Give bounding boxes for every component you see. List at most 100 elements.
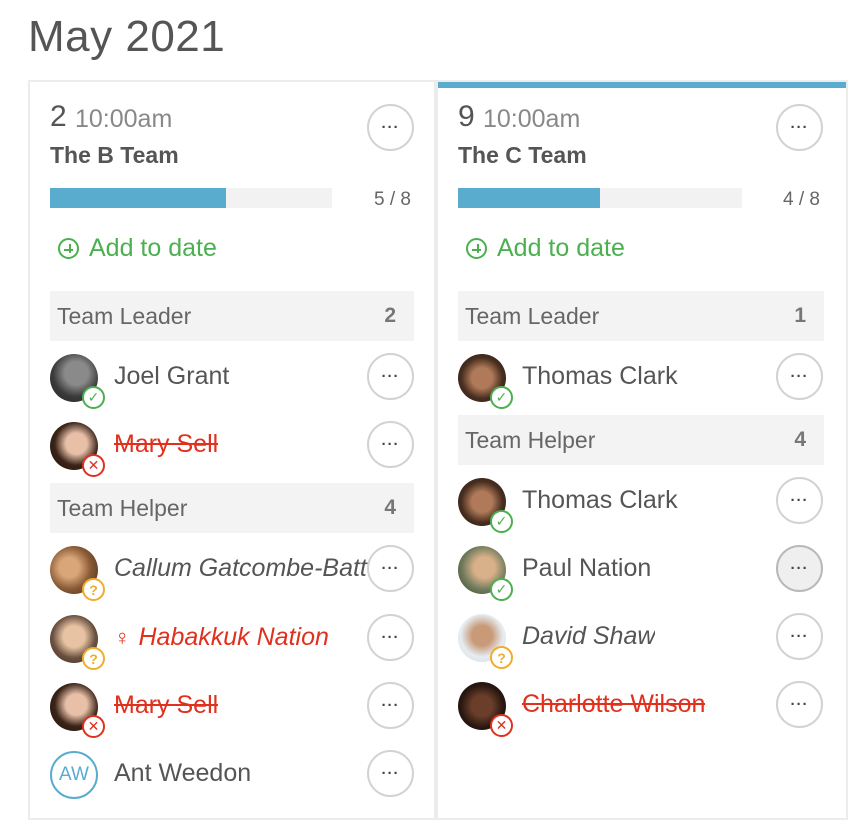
avatar: ✕ (50, 683, 105, 738)
staffing-progress-bar (458, 188, 742, 208)
progress-label: 5 / 8 (374, 189, 411, 210)
person-alert-icon: ♀ (114, 625, 131, 650)
date-column-2: 2 10:00am The B Team ··· 5 / 8 Add to da… (28, 80, 436, 820)
role-count: 2 (384, 304, 396, 327)
person-name: David Shaw (522, 622, 656, 650)
avatar: ? (50, 546, 105, 601)
avatar: ? (50, 615, 105, 670)
person-name: Ant Weedon (114, 759, 252, 787)
role-count: 1 (794, 304, 806, 327)
person-options-button[interactable]: ··· (367, 614, 414, 661)
ellipsis-icon: ··· (381, 368, 400, 385)
person-name: Charlotte Wilson (522, 690, 706, 718)
ellipsis-icon: ··· (790, 628, 809, 645)
ellipsis-icon: ··· (381, 697, 400, 714)
avatar: ✕ (458, 682, 513, 737)
avatar: ✕ (50, 422, 105, 477)
role-header-team-leader: Team Leader 2 (50, 291, 414, 341)
person-row: ✓ Thomas Clark ··· (458, 348, 826, 410)
person-options-button[interactable]: ··· (776, 545, 823, 592)
avatar: ? (458, 614, 513, 669)
person-options-button[interactable]: ··· (367, 421, 414, 468)
person-row: ✓ Paul Nation ··· (458, 540, 826, 602)
person-options-button[interactable]: ··· (367, 682, 414, 729)
check-circle-icon: ✓ (490, 386, 513, 409)
add-to-date-label: Add to date (497, 234, 625, 262)
team-name: The B Team (50, 142, 179, 168)
progress-fill (458, 188, 600, 208)
question-circle-icon: ? (82, 578, 105, 601)
person-row: ✓ Joel Grant ··· (50, 348, 416, 410)
person-row: ? David Shaw ··· (458, 608, 826, 670)
role-name: Team Leader (57, 302, 192, 329)
avatar: ✓ (458, 546, 513, 601)
date-number: 9 (458, 100, 475, 133)
person-options-button[interactable]: ··· (776, 681, 823, 728)
person-options-button[interactable]: ··· (367, 353, 414, 400)
check-circle-icon: ✓ (82, 386, 105, 409)
progress-fill (50, 188, 227, 208)
avatar: AW (50, 751, 98, 799)
person-name: Paul Nation (522, 554, 652, 582)
role-count: 4 (794, 428, 806, 451)
person-name: Callum Gatcombe-Batt (114, 554, 367, 582)
team-name: The C Team (458, 142, 587, 168)
plus-circle-icon (466, 238, 487, 259)
person-row: AW Ant Weedon ··· (50, 745, 416, 807)
add-to-date-button[interactable]: Add to date (58, 234, 217, 263)
ellipsis-icon: ··· (381, 119, 400, 136)
add-to-date-label: Add to date (89, 234, 217, 262)
staffing-progress-bar (50, 188, 332, 208)
date-number: 2 (50, 100, 67, 133)
x-circle-icon: ✕ (82, 454, 105, 477)
person-options-button[interactable]: ··· (776, 477, 823, 524)
ellipsis-icon: ··· (381, 629, 400, 646)
date-column-9: 9 10:00am The C Team ··· 4 / 8 Add to da… (436, 80, 848, 820)
ellipsis-icon: ··· (790, 368, 809, 385)
person-options-button[interactable]: ··· (367, 545, 414, 592)
person-options-button[interactable]: ··· (776, 353, 823, 400)
x-circle-icon: ✕ (490, 714, 513, 737)
add-to-date-button[interactable]: Add to date (466, 234, 625, 263)
plus-circle-icon (58, 238, 79, 259)
person-options-button[interactable]: ··· (367, 750, 414, 797)
role-count: 4 (384, 496, 396, 519)
person-row: ✕ Mary Sell ··· (50, 416, 416, 478)
ellipsis-icon: ··· (381, 560, 400, 577)
person-name: Mary Sell (114, 691, 219, 719)
selected-column-indicator (438, 82, 846, 88)
role-name: Team Helper (57, 494, 188, 521)
ellipsis-icon: ··· (381, 765, 400, 782)
person-row: ✓ Thomas Clark ··· (458, 472, 826, 534)
question-circle-icon: ? (82, 647, 105, 670)
date-options-button[interactable]: ··· (776, 104, 823, 151)
person-options-button[interactable]: ··· (776, 613, 823, 660)
question-circle-icon: ? (490, 646, 513, 669)
check-circle-icon: ✓ (490, 578, 513, 601)
ellipsis-icon: ··· (790, 492, 809, 509)
person-name: Mary Sell (114, 430, 219, 458)
person-name: Thomas Clark (522, 362, 678, 390)
role-header-team-helper: Team Helper 4 (458, 415, 824, 465)
person-row: ? Callum Gatcombe-Batt ··· (50, 540, 416, 602)
ellipsis-icon: ··· (381, 436, 400, 453)
person-row: ✕ Charlotte Wilson ··· (458, 676, 826, 738)
person-row: ✕ Mary Sell ··· (50, 677, 416, 739)
check-circle-icon: ✓ (490, 510, 513, 533)
ellipsis-icon: ··· (790, 119, 809, 136)
x-circle-icon: ✕ (82, 715, 105, 738)
page-title: May 2021 (28, 12, 226, 61)
progress-label: 4 / 8 (783, 189, 820, 210)
role-name: Team Leader (465, 302, 600, 329)
date-options-button[interactable]: ··· (367, 104, 414, 151)
date-time: 10:00am (75, 105, 173, 133)
ellipsis-icon: ··· (790, 696, 809, 713)
avatar-initials: AW (50, 751, 98, 799)
avatar: ✓ (458, 354, 513, 409)
avatar: ✓ (50, 354, 105, 409)
date-time: 10:00am (483, 105, 581, 133)
role-name: Team Helper (465, 426, 596, 453)
ellipsis-icon: ··· (790, 560, 809, 577)
role-header-team-leader: Team Leader 1 (458, 291, 824, 341)
person-name: ♀ Habakkuk Nation (114, 623, 329, 651)
